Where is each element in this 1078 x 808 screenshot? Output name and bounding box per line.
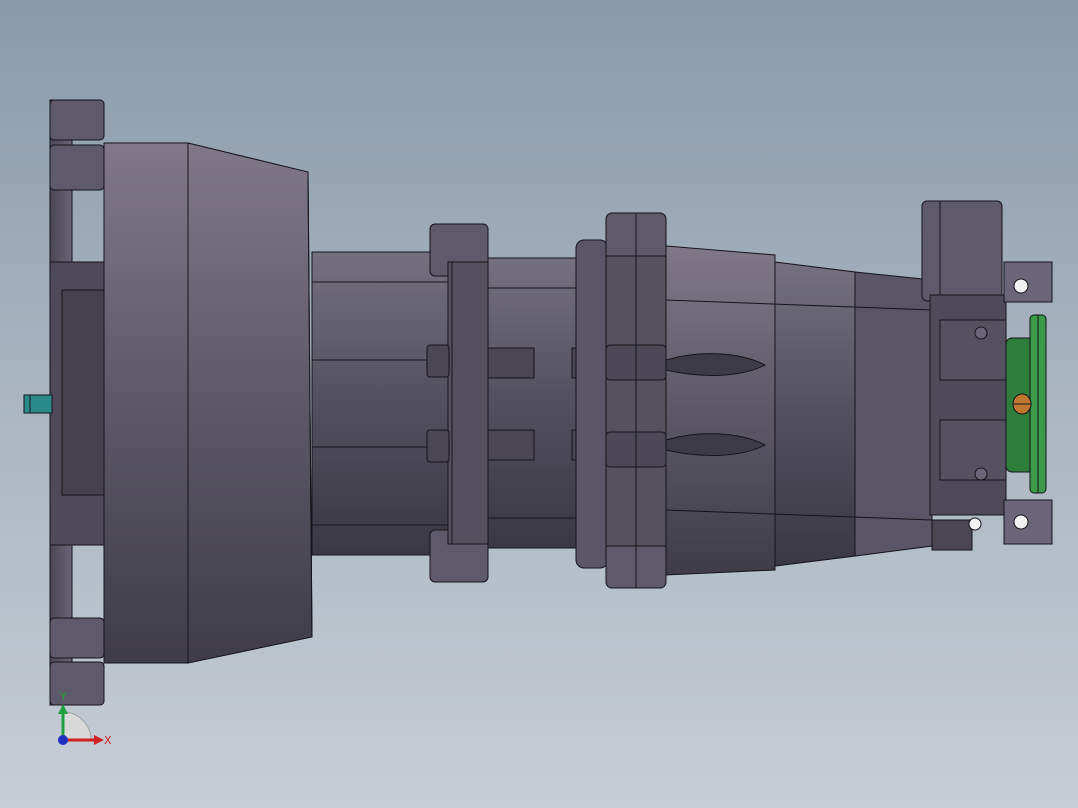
x-axis-label: X bbox=[104, 734, 112, 747]
cad-viewport[interactable]: Y X bbox=[0, 0, 1078, 808]
triad-backdrop bbox=[62, 711, 92, 741]
grease-fitting[interactable] bbox=[1012, 393, 1032, 415]
middle-housing[interactable] bbox=[311, 251, 453, 556]
x-axis-head bbox=[94, 735, 104, 745]
z-axis-dot bbox=[58, 735, 68, 745]
gearbox-assembly[interactable] bbox=[23, 99, 1053, 706]
left-mounting-flange[interactable] bbox=[49, 99, 109, 706]
output-end-housing[interactable] bbox=[921, 200, 1007, 551]
flange-ring-2[interactable] bbox=[575, 212, 667, 589]
main-housing[interactable] bbox=[103, 142, 313, 664]
model-view[interactable]: Y X bbox=[0, 0, 1078, 808]
input-shaft[interactable] bbox=[23, 394, 53, 414]
gear-cone-section[interactable] bbox=[665, 245, 933, 576]
y-axis-label: Y bbox=[59, 690, 67, 703]
